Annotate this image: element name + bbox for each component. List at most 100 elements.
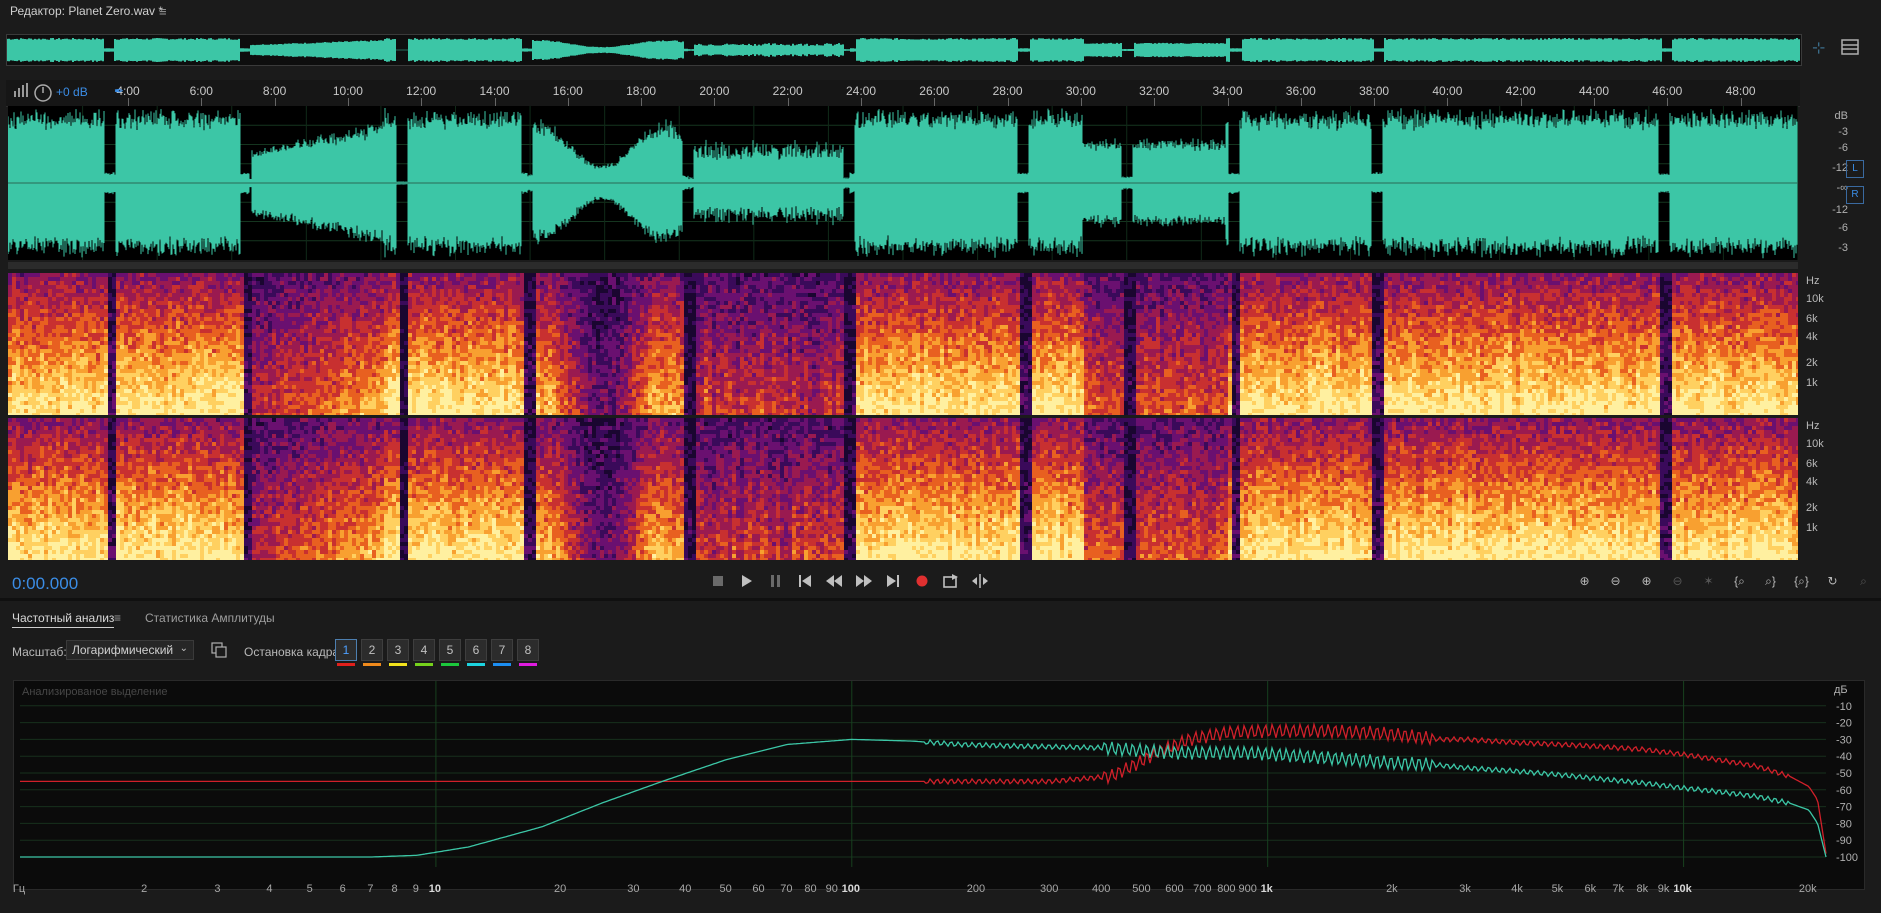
spectral-cell: [412, 377, 416, 381]
spectral-cell: [360, 409, 364, 413]
spectral-cell: [84, 409, 88, 413]
spectral-cell: [392, 301, 396, 305]
spectral-cell: [16, 309, 20, 313]
spectral-cell: [452, 329, 456, 333]
spectral-cell: [260, 405, 264, 409]
spectral-cell: [300, 273, 304, 277]
spectral-cell: [520, 381, 524, 385]
spectral-cell: [204, 313, 208, 317]
spectral-cell: [544, 413, 548, 415]
channel-r-toggle[interactable]: R: [1846, 186, 1864, 204]
spectral-cell: [292, 345, 296, 349]
spectral-cell: [504, 289, 508, 293]
spectral-cell: [256, 393, 260, 397]
spectral-cell: [256, 337, 260, 341]
spectral-cell: [336, 301, 340, 305]
spectral-cell: [392, 409, 396, 413]
channel-l-toggle[interactable]: L: [1846, 160, 1864, 178]
hud-gain[interactable]: +0 dB: [56, 85, 88, 99]
spectral-cell: [100, 393, 104, 397]
spectral-cell: [176, 337, 180, 341]
spectral-cell: [104, 373, 108, 377]
spectral-cell: [424, 409, 428, 413]
spectral-cell: [140, 361, 144, 365]
spectral-cell: [348, 305, 352, 309]
spectral-view-left[interactable]: [8, 273, 1798, 415]
spectral-cell: [48, 305, 52, 309]
spectral-cell: [188, 325, 192, 329]
waveform-view[interactable]: [8, 106, 1798, 260]
spectral-cell: [52, 353, 56, 357]
spectral-cell: [72, 393, 76, 397]
spectral-cell: [280, 373, 284, 377]
spectral-cell: [136, 413, 140, 415]
spectral-cell: [280, 337, 284, 341]
spectral-cell: [324, 361, 328, 365]
lane-divider[interactable]: [8, 262, 1798, 269]
spectral-cell: [512, 385, 516, 389]
spectral-cell: [536, 409, 540, 413]
zoom-full-icon[interactable]: ⊹: [1812, 38, 1825, 58]
spectral-cell: [264, 365, 268, 369]
spectral-cell: [200, 309, 204, 313]
spectral-cell: [444, 373, 448, 377]
spectral-cell: [488, 373, 492, 377]
spectral-cell: [356, 333, 360, 337]
spectral-cell: [496, 377, 500, 381]
spectral-cell: [308, 409, 312, 413]
spectral-cell: [332, 345, 336, 349]
spectral-cell: [216, 389, 220, 393]
spectral-cell: [96, 369, 100, 373]
spectral-cell: [20, 361, 24, 365]
spectral-cell: [528, 393, 532, 397]
pin-icon[interactable]: ✒: [114, 84, 124, 98]
spectral-cell: [92, 297, 96, 301]
spectral-cell: [352, 353, 356, 357]
spectral-cell: [96, 409, 100, 413]
spectral-cell: [176, 413, 180, 415]
spectral-cell: [388, 373, 392, 377]
spectral-cell: [52, 273, 56, 277]
hamburger-menu-icon[interactable]: ≡: [159, 4, 167, 19]
spectral-cell: [24, 337, 28, 341]
time-ruler[interactable]: 4:00 6:00 8:00 10:00 12:00 14:00 16:00 18:00 20:…: [6, 80, 1800, 107]
spectral-cell: [344, 357, 348, 361]
spectral-cell: [48, 281, 52, 285]
spectral-cell: [548, 365, 552, 369]
spectral-cell: [428, 349, 432, 353]
spectral-cell: [128, 309, 132, 313]
spectral-cell: [8, 389, 12, 393]
spectral-cell: [284, 385, 288, 389]
spectral-cell: [236, 297, 240, 301]
spectral-cell: [276, 321, 280, 325]
spectral-cell: [524, 413, 528, 415]
spectral-cell: [272, 313, 276, 317]
ruler-tick: [1667, 98, 1669, 106]
spectral-cell: [348, 321, 352, 325]
spectral-cell: [524, 353, 528, 357]
spectral-cell: [92, 321, 96, 325]
spectral-cell: [24, 313, 28, 317]
spectral-cell: [236, 309, 240, 313]
spectral-cell: [88, 345, 92, 349]
spectral-cell: [256, 325, 260, 329]
spectral-cell: [16, 369, 20, 373]
list-view-icon[interactable]: [1840, 38, 1860, 56]
spectral-cell: [28, 373, 32, 377]
spectral-cell: [372, 361, 376, 365]
spectral-cell: [92, 397, 96, 401]
spectral-cell: [480, 273, 484, 277]
spectral-cell: [164, 277, 168, 281]
spectral-cell: [532, 345, 536, 349]
spectral-cell: [320, 405, 324, 409]
spectral-cell: [384, 341, 388, 345]
spectral-cell: [336, 377, 340, 381]
spectral-cell: [532, 413, 536, 415]
overview-waveform[interactable]: [6, 34, 1802, 66]
spectral-cell: [116, 385, 120, 389]
spectral-cell: [172, 409, 176, 413]
spectral-cell: [352, 289, 356, 293]
spectral-cell: [536, 413, 540, 415]
spectral-cell: [492, 389, 496, 393]
spectral-cell: [288, 413, 292, 415]
